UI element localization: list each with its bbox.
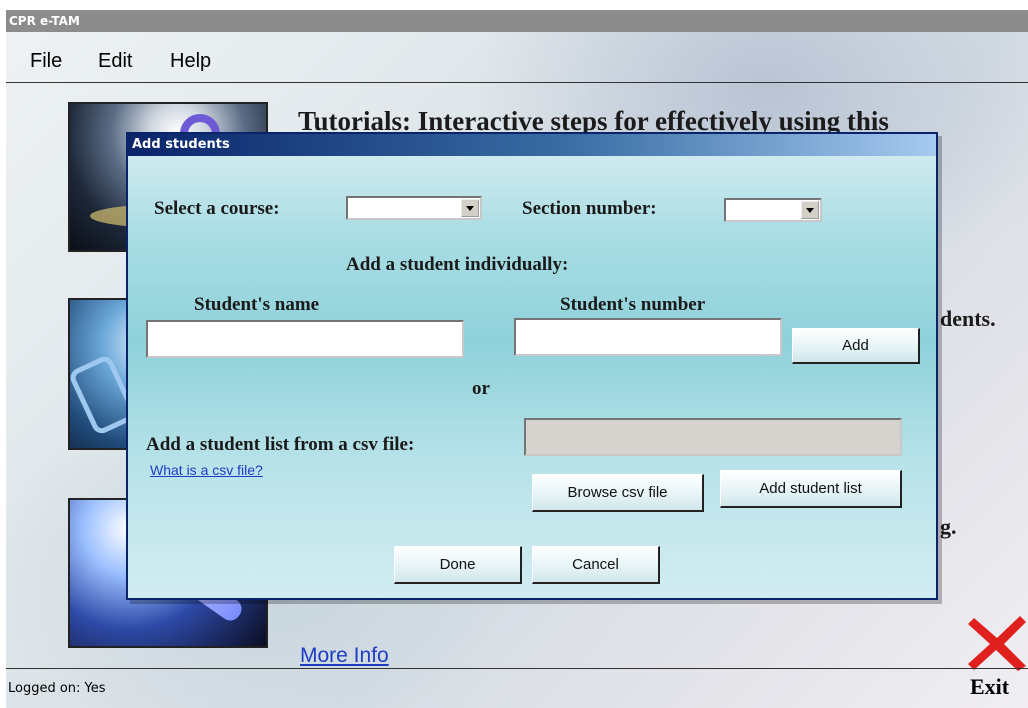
csv-help-link[interactable]: What is a csv file?	[150, 462, 263, 478]
select-course-label: Select a course:	[154, 198, 280, 219]
course-select[interactable]	[346, 196, 482, 220]
or-separator: or	[472, 378, 490, 399]
students-text-fragment: dents.	[940, 306, 996, 331]
login-status: Logged on: Yes	[8, 681, 106, 696]
add-student-button[interactable]: Add	[792, 328, 920, 364]
add-students-dialog: Add students Select a course: Section nu…	[126, 132, 938, 600]
cancel-button[interactable]: Cancel	[532, 546, 660, 584]
student-name-input[interactable]	[146, 320, 464, 358]
section-number-label: Section number:	[522, 198, 657, 219]
menu-help[interactable]: Help	[170, 50, 211, 73]
student-number-input[interactable]	[514, 318, 782, 356]
more-info-link[interactable]: More Info	[300, 644, 389, 668]
section-select[interactable]	[724, 198, 822, 222]
done-button[interactable]: Done	[394, 546, 522, 584]
menu-edit[interactable]: Edit	[98, 50, 132, 73]
csv-path-field	[524, 418, 902, 456]
app-title: CPR e-TAM	[6, 10, 1028, 32]
menu-file[interactable]: File	[30, 50, 62, 73]
status-bar: Logged on: Yes	[6, 668, 1028, 708]
menu-bar: File Edit Help	[6, 46, 1028, 83]
dialog-title: Add students	[128, 134, 936, 156]
browse-csv-button[interactable]: Browse csv file	[532, 474, 704, 512]
app-window: CPR e-TAM File Edit Help Tutorials: Inte…	[6, 10, 1028, 708]
student-name-label: Student's name	[194, 294, 320, 315]
chevron-down-icon[interactable]	[801, 201, 819, 219]
close-x-icon	[968, 616, 1026, 671]
csv-file-label: Add a student list from a csv file:	[146, 434, 415, 455]
chevron-down-icon[interactable]	[461, 199, 479, 217]
individual-heading: Add a student individually:	[346, 254, 569, 275]
student-number-label: Student's number	[560, 294, 706, 315]
top-caption-strip	[0, 0, 1028, 10]
settings-text-fragment: g.	[940, 514, 957, 539]
add-student-list-button[interactable]: Add student list	[720, 470, 902, 508]
